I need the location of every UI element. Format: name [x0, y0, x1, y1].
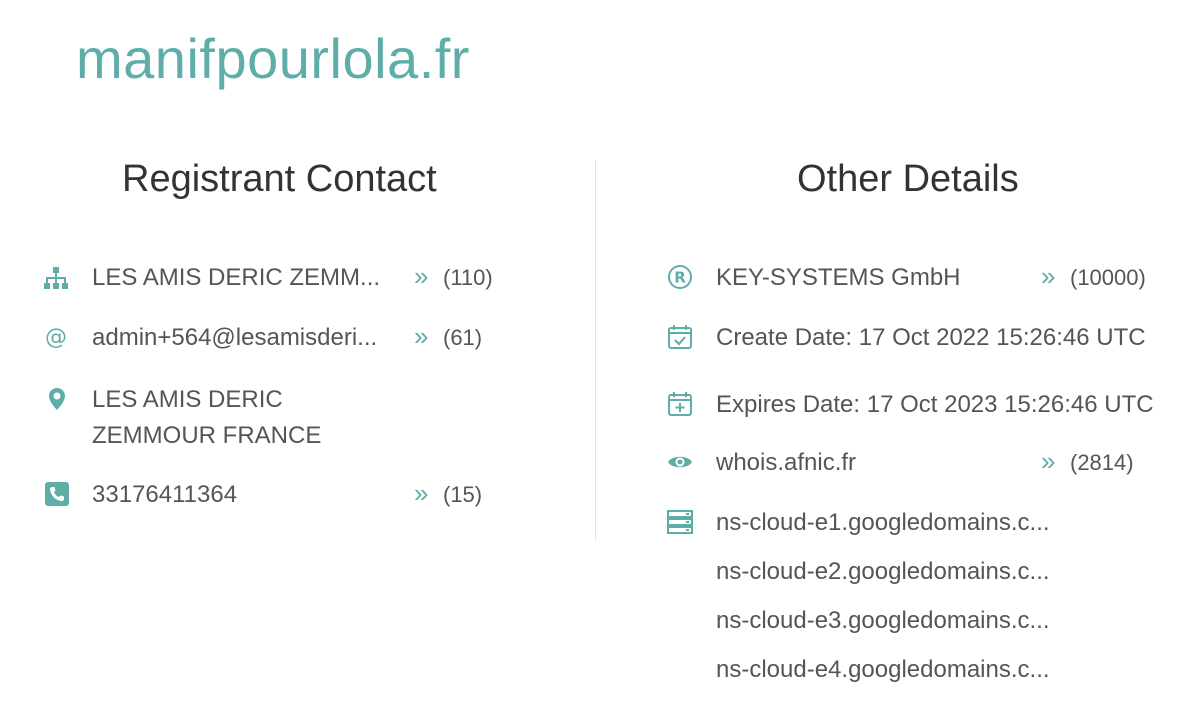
location-pin-icon [44, 386, 70, 412]
create-date: Create Date: 17 Oct 2022 15:26:46 UTC [716, 324, 1146, 351]
domain-title: manifpourlola.fr [76, 27, 470, 90]
svg-text:R: R [674, 269, 686, 287]
phone-icon [44, 481, 70, 507]
nameserver-4[interactable]: ns-cloud-e4.googledomains.c... [716, 652, 1050, 688]
phone-lookup-arrow[interactable]: » [414, 475, 428, 511]
whois-count: (2814) [1070, 450, 1134, 475]
calendar-plus-icon [667, 391, 693, 417]
registrant-contact-title: Registrant Contact [122, 158, 437, 200]
registrar-link[interactable]: KEY-SYSTEMS GmbH [716, 260, 961, 296]
registered-trademark-icon: R [667, 264, 693, 290]
nameserver-1[interactable]: ns-cloud-e1.googledomains.c... [716, 505, 1050, 541]
org-chart-icon [43, 265, 69, 291]
registrant-organization-link[interactable]: LES AMIS DERIC ZEMM... [92, 260, 392, 296]
phone-count: (15) [443, 482, 483, 507]
registrar-lookup-arrow[interactable]: » [1041, 258, 1055, 294]
at-sign-icon: @ [43, 323, 69, 349]
eye-icon [667, 449, 693, 475]
registrant-address-line2: ZEMMOUR FRANCE [92, 422, 322, 449]
registrant-address-line1: LES AMIS DERIC [92, 386, 283, 413]
nameserver-3[interactable]: ns-cloud-e3.googledomains.c... [716, 603, 1050, 639]
calendar-check-icon [667, 324, 693, 350]
email-lookup-arrow[interactable]: » [414, 318, 428, 354]
svg-text:@: @ [45, 325, 67, 349]
email-count: (61) [443, 325, 483, 350]
organization-count: (110) [443, 265, 493, 290]
whois-server-link[interactable]: whois.afnic.fr [716, 445, 856, 481]
other-details-title: Other Details [797, 158, 1019, 200]
whois-lookup-arrow[interactable]: » [1041, 443, 1055, 479]
section-divider [595, 160, 596, 540]
registrar-count: (10000) [1070, 265, 1146, 290]
server-icon [667, 509, 693, 535]
expires-date: Expires Date: 17 Oct 2023 15:26:46 UTC [716, 391, 1154, 418]
nameserver-2[interactable]: ns-cloud-e2.googledomains.c... [716, 554, 1050, 590]
registrant-email-link[interactable]: admin+564@lesamisderi... [92, 320, 397, 356]
organization-lookup-arrow[interactable]: » [414, 258, 428, 294]
registrant-phone-link[interactable]: 33176411364 [92, 477, 237, 513]
